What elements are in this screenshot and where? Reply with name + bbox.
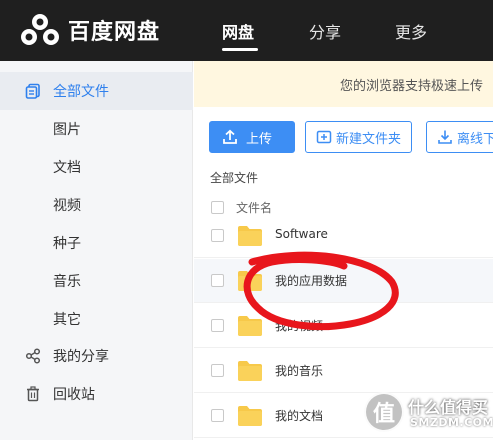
file-row-my-music[interactable]: 我的音乐 [194, 349, 493, 393]
file-name[interactable]: Software [275, 227, 328, 241]
folder-icon [238, 361, 262, 381]
file-browser: 您的浏览器支持极速上传 上传 新建文件夹 离线下载 全部文件 文件名 Softw… [194, 61, 493, 440]
browser-notice-bar: 您的浏览器支持极速上传 [194, 61, 493, 107]
share-icon [24, 347, 42, 365]
sidebar-item-label: 图片 [53, 122, 81, 138]
file-row-software[interactable]: Software [194, 214, 493, 258]
file-name[interactable]: 我的视频 [275, 317, 323, 334]
sidebar-item-all-files[interactable]: 全部文件 [0, 72, 193, 110]
sidebar-item-label: 文档 [53, 160, 81, 176]
folder-icon [238, 226, 262, 246]
nav-active-indicator [222, 48, 258, 51]
sidebar-item-documents[interactable]: 文档 [0, 148, 193, 186]
new-folder-button[interactable]: 新建文件夹 [305, 121, 412, 153]
sidebar: 全部文件 图片 文档 视频 种子 音乐 其它 我的分享 回收站 [0, 61, 193, 440]
folder-icon [238, 406, 262, 426]
sidebar-item-label: 种子 [53, 236, 81, 252]
top-navigation-bar: 百度网盘 网盘 分享 更多 [0, 0, 493, 61]
brand-logo[interactable]: 百度网盘 [20, 12, 160, 48]
sidebar-item-label: 音乐 [53, 274, 81, 290]
notice-text: 您的浏览器支持极速上传 [340, 78, 484, 94]
row-checkbox[interactable] [211, 229, 224, 242]
upload-icon [223, 129, 237, 144]
nav-netdisk[interactable]: 网盘 [222, 0, 254, 61]
offline-download-button-label: 离线下载 [457, 131, 493, 147]
row-checkbox[interactable] [211, 274, 224, 287]
brand-name: 百度网盘 [68, 20, 161, 45]
sidebar-item-my-shares[interactable]: 我的分享 [0, 337, 193, 375]
file-name[interactable]: 我的应用数据 [275, 272, 347, 289]
folder-icon [238, 271, 262, 291]
row-checkbox[interactable] [211, 319, 224, 332]
nav-more[interactable]: 更多 [395, 0, 427, 61]
sidebar-item-label: 视频 [53, 198, 81, 214]
file-name[interactable]: 我的文档 [275, 407, 323, 424]
watermark-logo: 值 [364, 392, 404, 432]
nav-share[interactable]: 分享 [309, 0, 341, 61]
sidebar-item-label: 全部文件 [53, 84, 109, 100]
sidebar-item-videos[interactable]: 视频 [0, 186, 193, 224]
baidu-netdisk-logo-icon [21, 14, 59, 45]
watermark-subtitle: SMZDM.COM [410, 416, 493, 429]
sidebar-item-images[interactable]: 图片 [0, 110, 193, 148]
sidebar-item-music[interactable]: 音乐 [0, 262, 193, 300]
column-header-filename[interactable]: 文件名 [236, 199, 272, 216]
folder-icon [238, 316, 262, 336]
row-checkbox[interactable] [211, 409, 224, 422]
sidebar-item-label: 其它 [53, 312, 81, 328]
smzdm-watermark: 值 什么值得买 SMZDM.COM [364, 390, 493, 436]
sidebar-item-recycle-bin[interactable]: 回收站 [0, 375, 193, 413]
new-folder-icon [316, 130, 332, 144]
row-checkbox[interactable] [211, 364, 224, 377]
sidebar-item-others[interactable]: 其它 [0, 300, 193, 338]
file-name[interactable]: 我的音乐 [275, 362, 323, 379]
file-row-my-videos[interactable]: 我的视频 [194, 304, 493, 348]
file-row-app-data[interactable]: 我的应用数据 [194, 259, 493, 303]
sidebar-item-label: 回收站 [53, 387, 95, 403]
upload-button-label: 上传 [246, 131, 273, 147]
new-folder-button-label: 新建文件夹 [336, 131, 402, 147]
breadcrumb[interactable]: 全部文件 [210, 169, 258, 186]
sidebar-item-torrents[interactable]: 种子 [0, 224, 193, 262]
select-all-checkbox[interactable] [211, 200, 224, 214]
upload-button[interactable]: 上传 [209, 121, 295, 153]
download-icon [438, 130, 452, 144]
offline-download-button[interactable]: 离线下载 [426, 121, 493, 153]
watermark-title: 什么值得买 [408, 398, 489, 417]
sidebar-item-label: 我的分享 [53, 349, 109, 365]
all-files-icon [24, 82, 42, 100]
trash-icon [24, 385, 42, 403]
